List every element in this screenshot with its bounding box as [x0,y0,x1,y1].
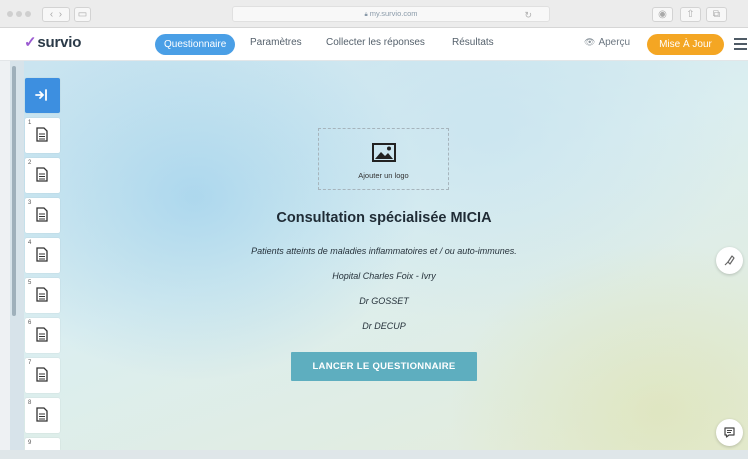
tab-collecter[interactable]: Collecter les réponses [326,37,425,48]
image-icon [372,143,396,162]
extension-button[interactable]: ◉ [652,7,673,22]
url-text: my.survio.com [369,9,418,18]
question-number: 9 [28,440,32,446]
survey-hospital-line: Hopital Charles Foix - Ivry [332,271,436,281]
window-minimize-dot[interactable] [16,11,22,17]
chat-button[interactable] [716,419,743,446]
tabs-icon: ⧉ [712,9,721,20]
window-zoom-dot[interactable] [25,11,31,17]
preview-link[interactable]: 👁︎ Aperçu [584,37,630,48]
intro-page-button[interactable] [25,78,60,113]
lock-icon: 🔒︎ [364,12,368,18]
survio-check-icon: ✓ [24,34,37,51]
sidebar-icon: ▭ [77,9,88,20]
document-icon [36,207,48,222]
eye-icon: 👁︎ [584,37,596,47]
question-button-8[interactable]: 8 [25,398,60,433]
design-tool-button[interactable] [716,247,743,274]
tab-parametres[interactable]: Paramètres [250,37,302,48]
document-icon [36,287,48,302]
reload-icon[interactable]: ↻ [524,8,532,22]
question-button-7[interactable]: 7 [25,358,60,393]
forward-icon[interactable]: › [59,9,62,20]
survey-title: Consultation spécialisée MICIA [276,210,492,226]
question-number: 8 [28,400,32,406]
address-bar[interactable]: 🔒︎ my.survio.com ↻ [232,6,550,22]
document-icon [36,167,48,182]
question-button-9[interactable]: 9 [25,438,60,450]
question-number: 3 [28,200,32,206]
tab-questionnaire[interactable]: Questionnaire [155,34,236,55]
sidebar-scrollbar[interactable] [12,66,16,316]
add-logo-placeholder[interactable]: Ajouter un logo [318,128,449,190]
question-number: 4 [28,240,32,246]
browser-toolbar: ‹ › ▭ 🔒︎ my.survio.com ↻ ◉ ⇧ ⧉ [0,0,748,28]
window-close-dot[interactable] [7,11,13,17]
menu-icon[interactable] [734,38,747,53]
brand-name: survio [37,34,82,51]
chat-icon [724,427,735,438]
question-number: 6 [28,320,32,326]
question-button-6[interactable]: 6 [25,318,60,353]
survio-logo[interactable]: ✓survio [24,33,81,51]
question-button-2[interactable]: 2 [25,158,60,193]
share-button[interactable]: ⇧ [680,7,701,22]
paint-brush-icon [724,255,735,266]
preview-label: Aperçu [598,37,631,48]
document-icon [36,127,48,142]
back-icon[interactable]: ‹ [50,9,53,20]
document-icon [36,407,48,422]
document-icon [36,327,48,342]
extension-icon: ◉ [658,9,667,20]
question-number: 2 [28,160,32,166]
document-icon [36,247,48,262]
status-strip [0,450,748,459]
document-icon [36,367,48,382]
tabs-button[interactable]: ⧉ [706,7,727,22]
upgrade-button[interactable]: Mise À Jour [647,34,724,55]
question-button-1[interactable]: 1 [25,118,60,153]
share-icon: ⇧ [686,9,695,20]
question-number: 5 [28,280,32,286]
back-forward-buttons[interactable]: ‹ › [42,7,70,22]
question-number: 1 [28,120,32,126]
sidebar-toggle-button[interactable]: ▭ [74,7,91,22]
question-button-3[interactable]: 3 [25,198,60,233]
survey-doctor-line: Dr GOSSET [359,296,409,306]
question-button-4[interactable]: 4 [25,238,60,273]
app-header: ✓survio Questionnaire Paramètres Collect… [0,28,748,61]
add-logo-label: Ajouter un logo [358,171,409,180]
question-number: 7 [28,360,32,366]
question-button-5[interactable]: 5 [25,278,60,313]
survey-doctor-line: Dr DECUP [362,321,406,331]
enter-icon [35,89,47,101]
tab-resultats[interactable]: Résultats [452,37,494,48]
start-questionnaire-button[interactable]: LANCER LE QUESTIONNAIRE [291,352,477,381]
survey-description-line: Patients atteints de maladies inflammato… [251,246,517,256]
